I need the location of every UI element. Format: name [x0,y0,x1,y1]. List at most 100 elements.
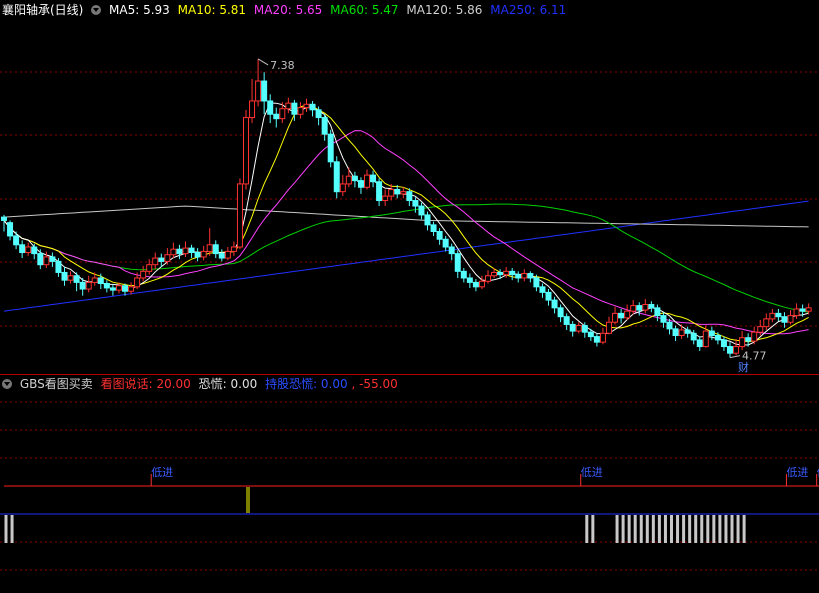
stock-title[interactable]: 襄阳轴承(日线) [2,3,83,17]
signal-label: 低进 [581,466,603,479]
candle-body [382,195,389,202]
ma120-line [3,205,809,228]
candle-body [7,222,14,237]
candle-body [164,254,171,262]
panic-bar [663,515,667,543]
candle-body [364,174,370,188]
candle-body [599,332,606,343]
candle-body [297,107,304,115]
candle-body [624,310,631,319]
candle-body [406,191,413,202]
candle-body [466,277,473,283]
panic-bar [694,515,698,543]
candles [1,58,812,358]
candle-body [551,299,558,309]
candle-body [412,200,419,207]
candle-body [357,180,364,188]
candle-body [243,117,249,185]
main-header: 襄阳轴承(日线) MA5: 5.93 MA10: 5.81 MA20: 5.65… [2,2,570,18]
candle-body [261,80,268,102]
candle-body [206,244,213,252]
candle-body [581,325,588,333]
candle-body [618,312,625,319]
candle-body [593,336,600,343]
candle-body [660,315,667,323]
candle-body [255,80,262,102]
candle-body [122,285,128,292]
candle-body [188,247,195,254]
candle-body [569,323,576,332]
candle-body [775,312,782,318]
candle-body [249,100,256,119]
panic-bar [621,515,625,543]
panic-bar [615,515,619,543]
candle-body [787,315,794,323]
panic-bar [591,515,595,543]
candle-body [630,305,637,312]
candle-body [509,270,516,276]
candle-body [370,174,377,183]
candle-body [279,108,286,120]
candle-body [212,244,219,255]
indicator-panel: 低进低进低进低进 [0,466,819,543]
indicator-name[interactable]: GBS看图买卖 [20,377,93,391]
candle-body [751,331,758,342]
candle-body [539,286,546,293]
panic-bar [657,515,661,543]
candle-body [763,318,770,328]
candle-body [418,205,425,216]
candle-body [485,275,491,282]
candle-body [436,231,443,240]
candle-body [612,312,619,323]
candle-body [521,273,528,279]
collapse-icon[interactable] [91,5,102,15]
candle-body [376,181,383,202]
price-annotations: 7.384.77财 [257,58,767,374]
finance-marker: 财 [738,360,749,374]
candle-body [13,235,20,246]
ma5-label: MA5: 5.93 [109,3,170,17]
candle-body [327,133,334,163]
candle-body [442,238,449,248]
candle-body [19,244,26,254]
indicator-value-3: 持股恐慌: 0.00 [265,377,348,391]
signal-label: 低进 [786,466,808,479]
candle-body [224,250,231,259]
moving-average-lines [3,102,809,346]
candle-body [497,271,504,276]
panic-bar [742,515,746,543]
candle-body [460,270,467,279]
candle-body [152,257,159,266]
candle-body [315,109,322,119]
candle-body [37,253,44,266]
panic-bar [736,515,740,543]
candle-body [236,183,243,248]
candle-body [690,332,697,341]
panic-bar [627,515,631,543]
candle-body [176,248,183,255]
candle-body [333,161,340,193]
candle-body [339,183,346,193]
candle-body [109,287,116,291]
panic-bar [724,515,728,543]
candle-body [654,307,661,317]
candle-body [714,334,721,341]
ma250-label: MA250: 6.11 [490,3,567,17]
candle-body [115,285,122,291]
candle-body [678,329,685,336]
kline-chart[interactable]: 7.384.77财 低进低进低进低进 [0,0,819,593]
candle-body [672,328,679,336]
panic-bar [10,515,14,543]
indicator-value-1: 看图说话: 20.00 [100,377,191,391]
high-pointer [257,58,269,66]
candle-body [708,330,715,336]
candle-body [49,256,56,262]
candle-body [503,270,510,276]
candle-body [67,275,74,281]
candle-body [720,339,727,348]
collapse-icon[interactable] [2,379,12,389]
candle-body [43,256,50,266]
candle-body [394,188,401,195]
candle-body [696,339,703,348]
candle-body [61,271,68,281]
